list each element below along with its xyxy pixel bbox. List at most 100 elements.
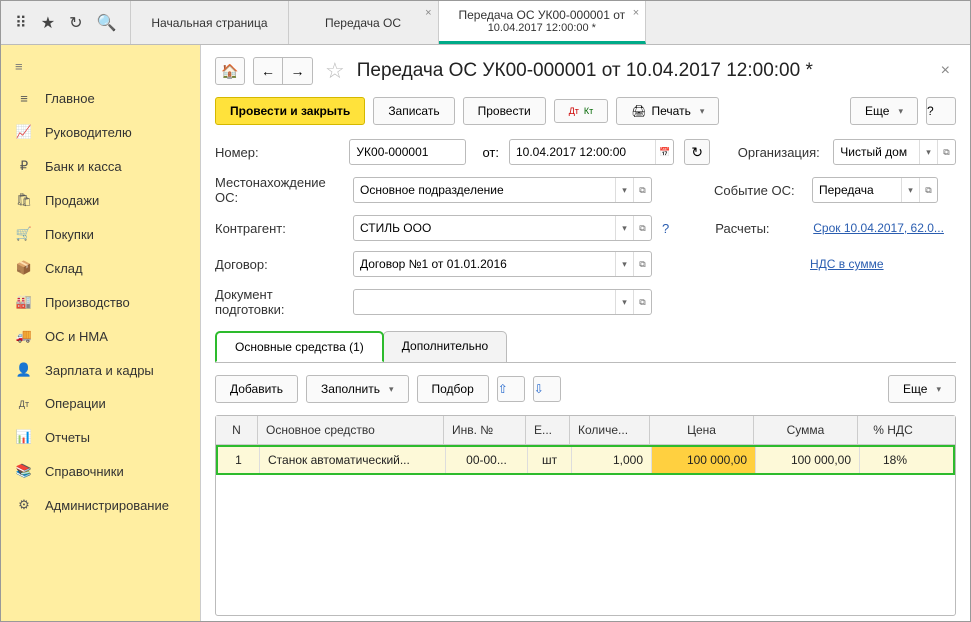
post-button[interactable]: Провести bbox=[463, 97, 546, 125]
counterparty-label: Контрагент: bbox=[215, 221, 343, 236]
back-button[interactable]: ← bbox=[253, 57, 283, 85]
box-icon: 📦 bbox=[15, 260, 33, 276]
contract-label: Договор: bbox=[215, 257, 343, 272]
more-button[interactable]: Еще bbox=[850, 97, 918, 125]
open-icon[interactable]: ⧉ bbox=[937, 140, 955, 164]
number-input[interactable]: УК00-000001 bbox=[349, 139, 466, 165]
sidebar-item-admin[interactable]: ⚙Администрирование bbox=[1, 488, 200, 522]
favorite-icon[interactable]: ★ bbox=[41, 13, 55, 33]
tab-transfer[interactable]: Передача ОС × bbox=[289, 1, 439, 44]
apps-icon[interactable]: ⠿ bbox=[15, 13, 27, 33]
dtkt-button[interactable]: ДтКт bbox=[554, 99, 609, 123]
counterparty-input[interactable]: СТИЛЬ ООО▾⧉ bbox=[353, 215, 652, 241]
tab-fixed-assets[interactable]: Основные средства (1) bbox=[215, 331, 384, 362]
table-empty-area[interactable] bbox=[216, 475, 955, 615]
main-icon: ≡ bbox=[15, 91, 33, 106]
chevron-down-icon[interactable]: ▾ bbox=[615, 216, 633, 240]
refresh-button[interactable]: ↻ bbox=[684, 139, 709, 165]
close-icon[interactable]: × bbox=[935, 62, 956, 80]
move-down-button[interactable]: ⇩ bbox=[533, 376, 561, 402]
books-icon: 📚 bbox=[15, 463, 33, 479]
sidebar-item-salary[interactable]: 👤Зарплата и кадры bbox=[1, 353, 200, 387]
close-icon[interactable]: × bbox=[633, 7, 639, 19]
col-price[interactable]: Цена bbox=[650, 416, 754, 444]
chevron-down-icon[interactable]: ▾ bbox=[919, 140, 937, 164]
sidebar-item-manager[interactable]: 📈 Руководителю bbox=[1, 115, 200, 149]
col-n[interactable]: N bbox=[216, 416, 258, 444]
col-inv[interactable]: Инв. № bbox=[444, 416, 526, 444]
sidebar-item-label: Зарплата и кадры bbox=[45, 363, 154, 378]
open-icon[interactable]: ⧉ bbox=[633, 290, 651, 314]
forward-button[interactable]: → bbox=[283, 57, 313, 85]
home-button[interactable]: 🏠 bbox=[215, 57, 245, 85]
col-asset[interactable]: Основное средство bbox=[258, 416, 444, 444]
history-icon[interactable]: ↻ bbox=[69, 13, 82, 33]
chevron-down-icon[interactable]: ▾ bbox=[615, 290, 633, 314]
tab-home[interactable]: Начальная страница bbox=[131, 1, 288, 44]
sidebar-item-warehouse[interactable]: 📦Склад bbox=[1, 251, 200, 285]
sidebar-item-label: Руководителю bbox=[45, 125, 132, 140]
cell-sum: 100 000,00 bbox=[756, 447, 860, 473]
sidebar-item-assets[interactable]: 🚚ОС и НМА bbox=[1, 319, 200, 353]
nds-link[interactable]: НДС в сумме bbox=[810, 257, 884, 271]
tab-additional[interactable]: Дополнительно bbox=[383, 331, 507, 362]
sidebar-item-production[interactable]: 🏭Производство bbox=[1, 285, 200, 319]
help-button[interactable]: ? bbox=[926, 97, 956, 125]
topbar: ⠿ ★ ↻ 🔍 Начальная страница Передача ОС ×… bbox=[1, 1, 970, 45]
chevron-down-icon[interactable]: ▾ bbox=[901, 178, 919, 202]
sidebar-item-reports[interactable]: 📊Отчеты bbox=[1, 420, 200, 454]
col-qty[interactable]: Количе... bbox=[570, 416, 650, 444]
help-icon[interactable]: ? bbox=[662, 221, 669, 236]
col-unit[interactable]: Е... bbox=[526, 416, 570, 444]
action-bar: Провести и закрыть Записать Провести ДтК… bbox=[215, 97, 956, 125]
sidebar-item-label: Справочники bbox=[45, 464, 124, 479]
open-icon[interactable]: ⧉ bbox=[919, 178, 937, 202]
location-input[interactable]: Основное подразделение▾⧉ bbox=[353, 177, 652, 203]
docprep-input[interactable]: ▾⧉ bbox=[353, 289, 652, 315]
post-and-close-button[interactable]: Провести и закрыть bbox=[215, 97, 365, 125]
star-icon[interactable]: ☆ bbox=[325, 58, 345, 84]
cell-inv: 00-00... bbox=[446, 447, 528, 473]
open-icon[interactable]: ⧉ bbox=[633, 252, 651, 276]
table-toolbar: Добавить Заполнить Подбор ⇧ ⇩ Еще bbox=[215, 363, 956, 415]
sidebar-item-main[interactable]: ≡Главное bbox=[1, 82, 200, 115]
sidebar-item-directories[interactable]: 📚 Справочники bbox=[1, 454, 200, 488]
bag-icon: 🛍 bbox=[15, 192, 33, 208]
cell-vat: 18% bbox=[860, 447, 930, 473]
dtkt-icon: Дт bbox=[15, 399, 33, 409]
location-label: Местонахождение ОС: bbox=[215, 175, 343, 205]
sidebar-item-operations[interactable]: ДтОперации bbox=[1, 387, 200, 420]
sidebar-item-bank[interactable]: ₽Банк и касса bbox=[1, 149, 200, 183]
table-more-button[interactable]: Еще bbox=[888, 375, 956, 403]
save-button[interactable]: Записать bbox=[373, 97, 454, 125]
chevron-down-icon[interactable]: ▾ bbox=[615, 178, 633, 202]
contract-input[interactable]: Договор №1 от 01.01.2016▾⧉ bbox=[353, 251, 652, 277]
calc-label: Расчеты: bbox=[715, 221, 803, 236]
calendar-icon[interactable]: 📅 bbox=[655, 140, 673, 164]
sidebar-item-purchases[interactable]: 🛒Покупки bbox=[1, 217, 200, 251]
sidebar-item-sales[interactable]: 🛍Продажи bbox=[1, 183, 200, 217]
calc-link[interactable]: Срок 10.04.2017, 62.0... bbox=[813, 221, 944, 235]
add-button[interactable]: Добавить bbox=[215, 375, 298, 403]
event-input[interactable]: Передача▾⧉ bbox=[812, 177, 938, 203]
chevron-down-icon[interactable]: ▾ bbox=[615, 252, 633, 276]
tab-transfer-doc[interactable]: Передача ОС УК00-000001 от 10.04.2017 12… bbox=[439, 1, 647, 44]
menu-toggle-icon[interactable]: ≡ bbox=[1, 51, 200, 82]
open-icon[interactable]: ⧉ bbox=[633, 216, 651, 240]
search-icon[interactable]: 🔍 bbox=[96, 13, 116, 33]
gear-icon: ⚙ bbox=[15, 497, 33, 513]
open-icon[interactable]: ⧉ bbox=[633, 178, 651, 202]
move-up-button[interactable]: ⇧ bbox=[497, 376, 525, 402]
sub-tabs: Основные средства (1) Дополнительно bbox=[215, 331, 956, 363]
pick-button[interactable]: Подбор bbox=[417, 375, 489, 403]
close-icon[interactable]: × bbox=[425, 7, 431, 19]
print-button[interactable]: 🖨Печать bbox=[616, 97, 719, 125]
table-row[interactable]: 1 Станок автоматический... 00-00... шт 1… bbox=[216, 445, 955, 475]
col-sum[interactable]: Сумма bbox=[754, 416, 858, 444]
chart-icon: 📈 bbox=[15, 124, 33, 140]
fill-button[interactable]: Заполнить bbox=[306, 375, 408, 403]
col-vat[interactable]: % НДС bbox=[858, 416, 928, 444]
tabs: Начальная страница Передача ОС × Передач… bbox=[131, 1, 646, 44]
org-input[interactable]: Чистый дом▾⧉ bbox=[833, 139, 956, 165]
date-input[interactable]: 10.04.2017 12:00:00📅 bbox=[509, 139, 674, 165]
